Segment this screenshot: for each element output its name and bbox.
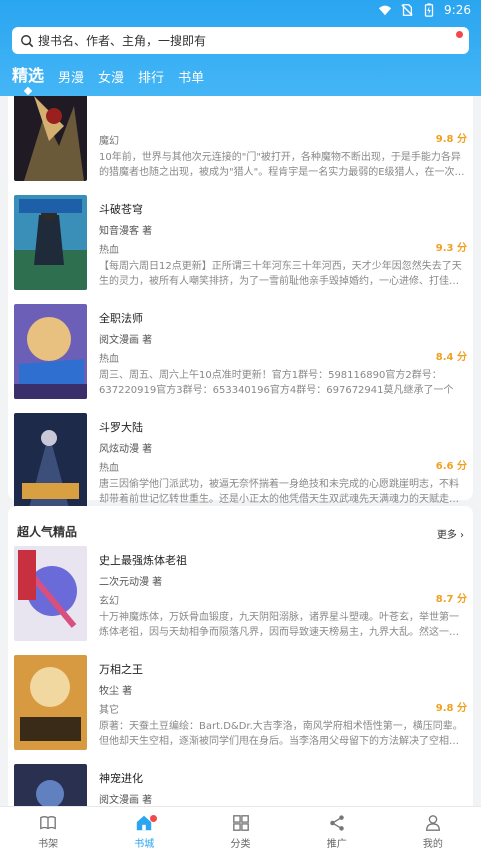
book-cover [14,655,87,750]
book-description: 十万神魔炼体，万妖骨血锻度，九天阴阳溺脉，诸界星斗塑魂。叶苍玄，举世第一炼体老祖… [99,612,459,638]
nav-label: 推广 [326,838,347,850]
book-description: 原著：天蚕土豆编绘：Bart.D&Dr.大吉李洛，南风学府相术悟性第一，横压同辈… [99,721,463,747]
nav-label: 书架 [38,838,59,850]
battery-icon [424,3,434,17]
nav-promote[interactable]: 推广 [289,807,385,856]
book-author: 阅文漫画 著 [99,335,153,346]
category-tabs: 精选 男漫 女漫 排行 书单 [0,64,204,92]
book-author: 二次元动漫 著 [99,577,163,588]
book-cover [14,413,87,508]
main-content[interactable]: 魔幻 9.8 分 10年前，世界与其他次元连接的"门"被打开，各种魔物不断出现，… [0,96,481,806]
book-cover [14,304,87,399]
book-title: 斗罗大陆 [99,421,143,434]
nav-profile[interactable]: 我的 [385,807,481,856]
book-cover [14,195,87,290]
book-title: 史上最强炼体老祖 [99,554,187,567]
book-item[interactable]: 魔幻 9.8 分 10年前，世界与其他次元连接的"门"被打开，各种魔物不断出现，… [14,96,467,186]
book-author: 知音漫客 著 [99,226,153,237]
book-item[interactable]: 全职法师 阅文漫画 著 热血 8.4 分 周三、周五、周六上午10点准时更新！官… [14,304,467,404]
book-genre: 热血 [99,354,119,365]
badge-dot [150,815,158,822]
book-author: 阅文漫画 著 [99,795,153,806]
book-score: 9.8 分 [435,703,467,714]
book-title: 斗破苍穹 [99,203,143,216]
wifi-icon [378,5,392,16]
tab-featured[interactable]: 精选 [12,62,44,92]
book-item[interactable]: 斗罗大陆 风炫动漫 著 热血 6.6 分 唐三因偷学他门派武功，被逼无奈怀揣着一… [14,413,467,513]
section-title: 超人气精品 [17,525,78,539]
share-icon [329,814,344,831]
book-description: 【每周六周日12点更新】正所谓三十年河东三十年河西，天才少年因忽然失去了天生的灵… [99,261,462,287]
book-item[interactable]: 史上最强炼体老祖 二次元动漫 著 玄幻 8.7 分 十万神魔炼体，万妖骨血锻度，… [14,546,467,646]
nav-bookstore[interactable]: 书城 [96,807,192,856]
book-genre: 魔幻 [99,136,119,147]
book-title: 万相之王 [99,663,143,676]
status-time: 9:26 [444,3,471,17]
tab-ranking[interactable]: 排行 [138,67,164,92]
book-item[interactable]: 神宠进化 阅文漫画 著 [14,764,467,806]
grid-icon [232,814,249,831]
nav-label: 分类 [230,838,251,850]
book-genre: 玄幻 [99,596,119,607]
more-link[interactable]: 更多 › [437,526,464,541]
book-item[interactable]: 斗破苍穹 知音漫客 著 热血 9.3 分 【每周六周日12点更新】正所谓三十年河… [14,195,467,295]
book-cover [14,96,87,181]
book-score: 8.7 分 [435,594,467,605]
nav-label: 我的 [422,838,443,850]
search-input[interactable]: 搜书名、作者、主角，一搜即有 [12,27,469,54]
search-placeholder: 搜书名、作者、主角，一搜即有 [38,34,207,48]
top-header: 9:26 搜书名、作者、主角，一搜即有 精选 男漫 女漫 排行 书单 [0,0,481,96]
book-cover [14,546,87,641]
tab-booklist[interactable]: 书单 [178,67,204,92]
book-score: 9.8 分 [435,134,467,145]
tab-female[interactable]: 女漫 [98,67,124,92]
book-title: 全职法师 [99,312,143,325]
book-author: 牧尘 著 [99,686,133,697]
nav-bookshelf[interactable]: 书架 [0,807,96,856]
book-title: 神宠进化 [99,772,143,785]
book-score: 8.4 分 [435,352,467,363]
tab-male[interactable]: 男漫 [58,67,84,92]
popular-card: 超人气精品 更多 › 史上最强炼体老祖 二次元动漫 著 玄幻 8.7 分 十万神… [8,506,473,806]
notification-dot [456,31,463,38]
book-genre: 热血 [99,245,119,256]
chevron-right-icon: › [460,530,464,541]
status-bar: 9:26 [0,0,481,22]
book-genre: 热血 [99,463,119,474]
no-sim-icon [401,4,413,16]
book-score: 6.6 分 [435,461,467,472]
book-description: 周三、周五、周六上午10点准时更新！官方1群号：598116890官方2群号：6… [99,370,454,396]
nav-label: 书城 [134,838,155,850]
book-author: 风炫动漫 著 [99,444,153,455]
book-description: 唐三因偷学他门派武功，被逼无奈怀揣着一身绝技和未完成的心愿跳崖明志，不料却带着前… [99,479,459,505]
nav-category[interactable]: 分类 [192,807,288,856]
book-description: 10年前，世界与其他次元连接的"门"被打开，各种魔物不断出现，于是手能力各异的猎… [99,152,465,178]
book-genre: 其它 [99,705,119,716]
user-icon [425,814,440,831]
book-item[interactable]: 万相之王 牧尘 著 其它 9.8 分 原著：天蚕土豆编绘：Bart.D&Dr.大… [14,655,467,755]
book-cover [14,764,87,806]
search-icon [21,34,34,47]
bottom-nav: 书架 书城 分类 推广 我的 [0,806,481,856]
book-open-icon [40,815,56,829]
book-score: 9.3 分 [435,243,467,254]
more-label: 更多 [436,530,457,541]
recommend-card: 魔幻 9.8 分 10年前，世界与其他次元连接的"门"被打开，各种魔物不断出现，… [8,96,473,508]
